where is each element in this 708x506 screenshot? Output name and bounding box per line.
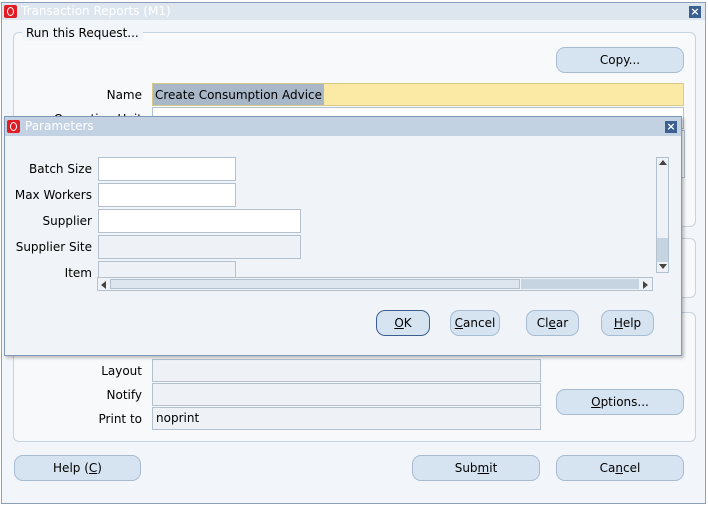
- ok-button[interactable]: OK: [376, 310, 430, 336]
- supplier-field[interactable]: [98, 209, 301, 233]
- layout-field[interactable]: [152, 359, 541, 382]
- parameters-dialog-title: Parameters: [25, 119, 94, 133]
- group-title: Run this Request...: [22, 25, 143, 41]
- max-workers-field[interactable]: [98, 183, 236, 207]
- print-to-field[interactable]: noprint: [152, 407, 541, 430]
- oracle-logo-icon: [4, 5, 17, 18]
- cancel-button[interactable]: Cancel: [556, 455, 684, 481]
- name-label: Name: [106, 88, 142, 102]
- horizontal-scroll-thumb[interactable]: [110, 279, 520, 289]
- main-window-title: Transaction Reports (M1): [21, 4, 171, 18]
- close-icon[interactable]: ×: [665, 121, 677, 133]
- layout-label: Layout: [101, 364, 142, 378]
- vertical-scrollbar[interactable]: [656, 157, 669, 273]
- name-field-value: Create Consumption Advice: [153, 84, 325, 105]
- print-to-label: Print to: [98, 412, 142, 426]
- parameters-scroll-area: Batch Size Max Workers Supplier Supplier…: [8, 150, 656, 277]
- scroll-down-icon[interactable]: [659, 264, 667, 269]
- supplier-site-field[interactable]: [98, 235, 301, 259]
- max-workers-label: Max Workers: [14, 188, 92, 202]
- clear-button[interactable]: Clear: [526, 310, 579, 336]
- vertical-scroll-thumb[interactable]: [657, 238, 668, 262]
- close-icon[interactable]: ×: [689, 6, 701, 18]
- supplier-label: Supplier: [42, 214, 92, 228]
- item-label: Item: [64, 266, 92, 277]
- item-field[interactable]: [98, 261, 236, 277]
- scroll-left-icon[interactable]: [101, 281, 106, 289]
- dialog-cancel-button[interactable]: Cancel: [450, 310, 500, 336]
- dialog-help-button[interactable]: Help: [601, 310, 654, 336]
- notify-field[interactable]: [152, 383, 541, 406]
- copy-button[interactable]: Copy...: [556, 47, 684, 73]
- horizontal-scrollbar[interactable]: [97, 277, 653, 291]
- help-button[interactable]: Help (C): [14, 455, 141, 481]
- options-button[interactable]: Options...: [556, 389, 684, 415]
- submit-button[interactable]: Submit: [412, 455, 540, 481]
- supplier-site-label: Supplier Site: [15, 240, 92, 254]
- scroll-up-icon[interactable]: [659, 160, 667, 165]
- scroll-right-icon[interactable]: [643, 281, 648, 289]
- batch-size-label: Batch Size: [29, 162, 92, 176]
- batch-size-field[interactable]: [98, 157, 236, 181]
- oracle-logo-icon: [7, 120, 20, 133]
- horizontal-scroll-track: [521, 279, 639, 289]
- parameters-title-bar[interactable]: [5, 117, 681, 136]
- name-field[interactable]: Create Consumption Advice: [152, 83, 684, 106]
- notify-label: Notify: [106, 388, 142, 402]
